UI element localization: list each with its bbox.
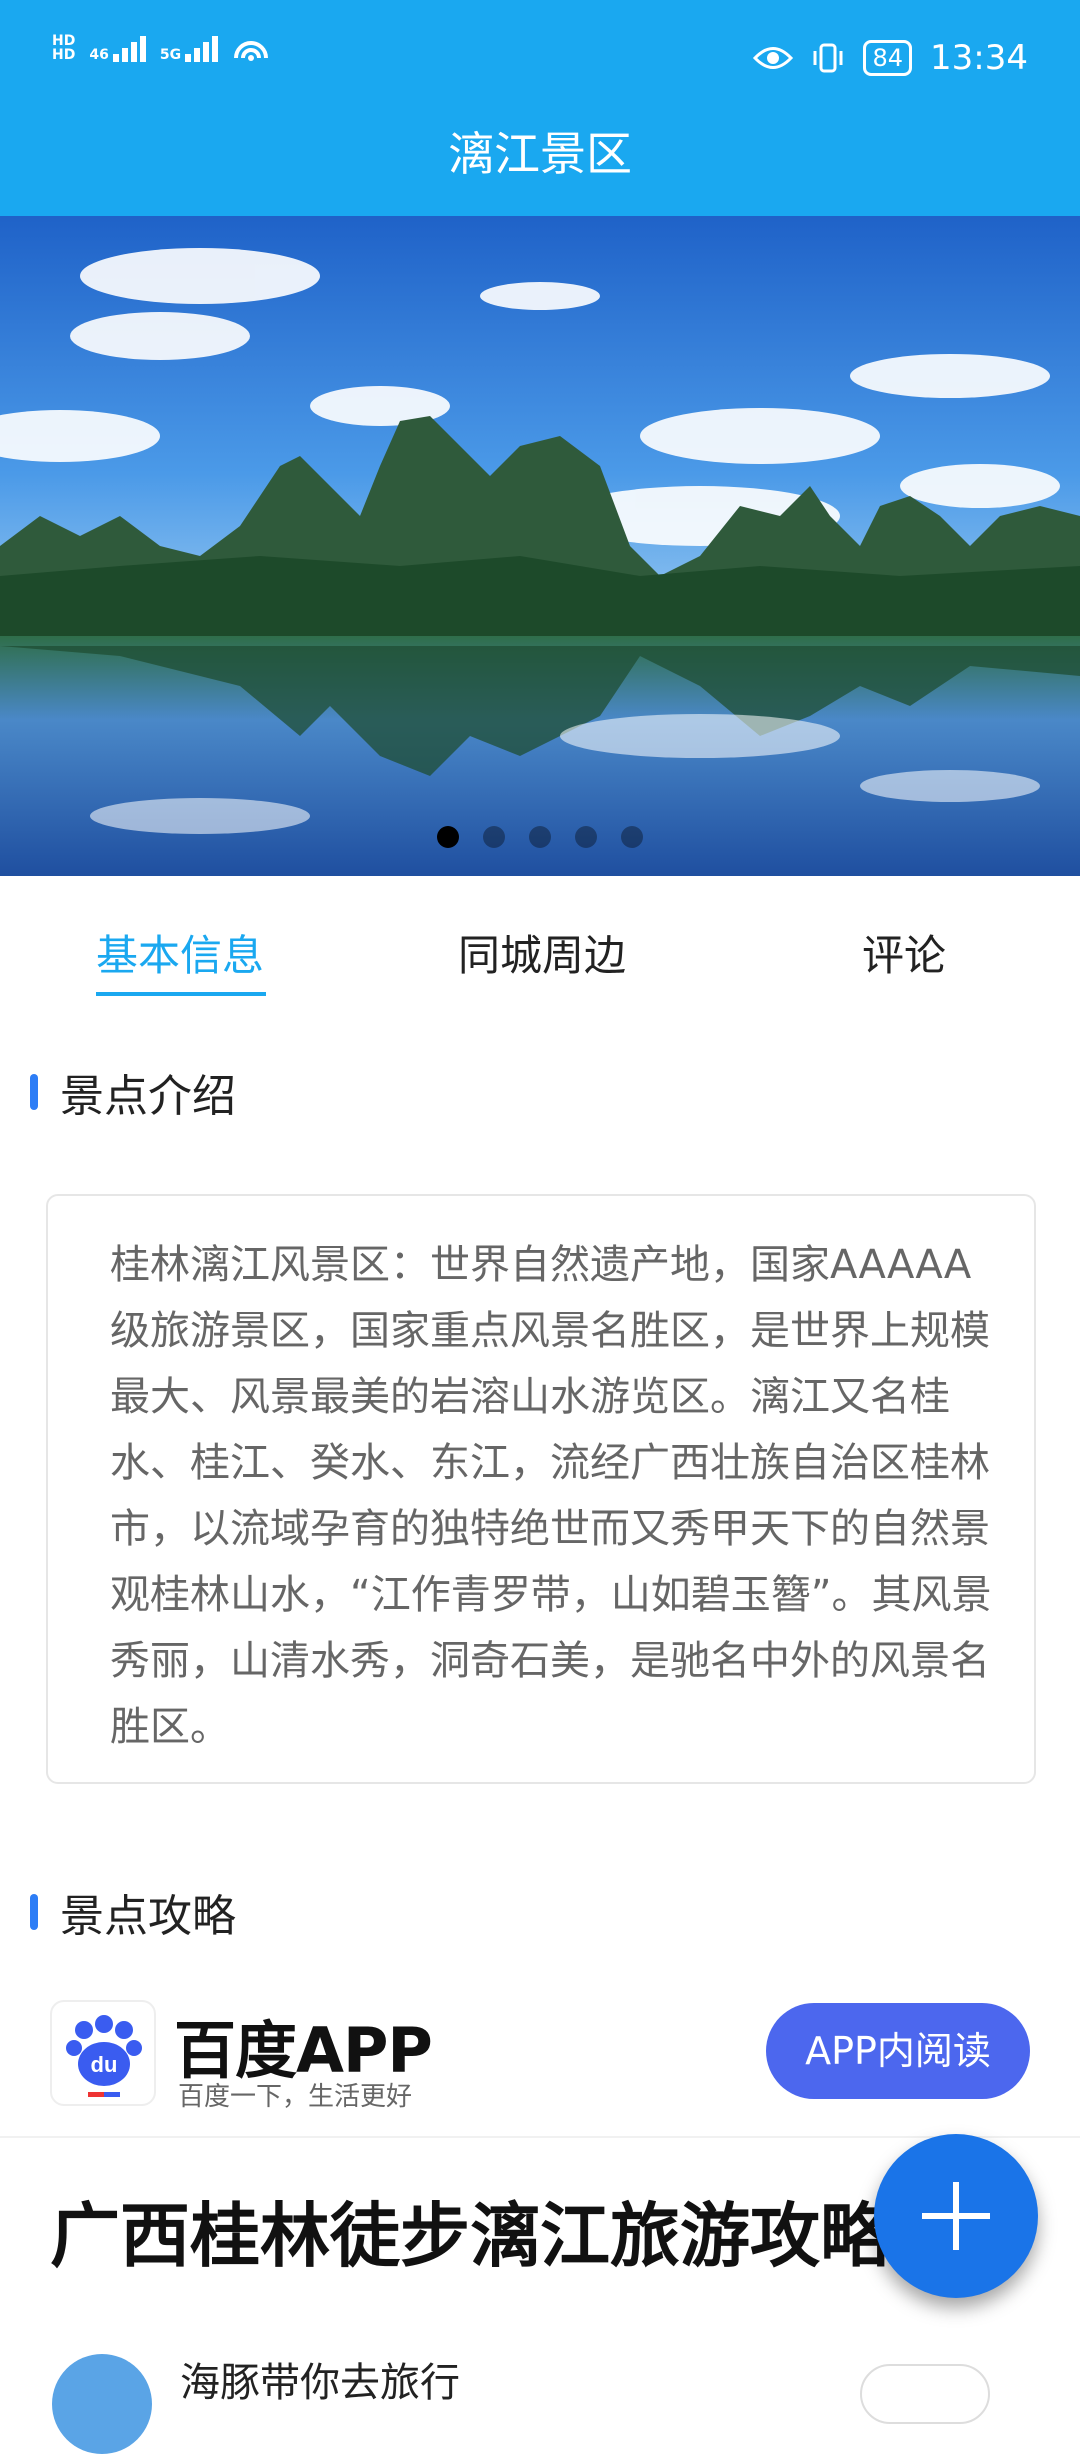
guide-heading: 景点攻略 — [60, 1891, 236, 1942]
status-bar: HD HD 46 5G 84 13:34 — [0, 0, 1080, 120]
section-marker — [30, 1074, 38, 1110]
signal-5g-label: 5G — [159, 47, 182, 63]
signal-4g-label: 46 — [89, 47, 109, 63]
carousel-dot[interactable] — [529, 826, 551, 848]
hd-indicator: HD HD — [52, 34, 75, 62]
intro-card: 桂林漓江风景区：世界自然遗产地，国家AAAAA级旅游景区，国家重点风景名胜区，是… — [46, 1194, 1036, 1784]
baidu-app-banner[interactable]: du 百度APP 百度一下，生活更好 APP内阅读 — [50, 2000, 1050, 2112]
tab-basic-info[interactable]: 基本信息 — [96, 922, 264, 983]
carousel-dot[interactable] — [437, 826, 459, 848]
follow-button[interactable] — [860, 2364, 990, 2424]
ad-slogan: 百度一下，生活更好 — [178, 2082, 413, 2112]
tab-nearby[interactable]: 同城周边 — [458, 922, 626, 983]
vibrate-icon — [813, 43, 843, 73]
intro-heading: 景点介绍 — [60, 1071, 236, 1122]
read-in-app-button[interactable]: APP内阅读 — [766, 2003, 1030, 2099]
carousel-dot[interactable] — [575, 826, 597, 848]
clock: 13:34 — [930, 38, 1028, 78]
battery-indicator: 84 — [863, 40, 913, 76]
banner-carousel[interactable] — [0, 216, 1080, 876]
status-left: HD HD 46 5G — [52, 32, 270, 62]
hd-label-2: HD — [52, 47, 76, 63]
app-bar: HD HD 46 5G 84 13:34 漓江景区 — [0, 0, 1080, 216]
add-fab-button[interactable] — [874, 2134, 1038, 2298]
author-name[interactable]: 海豚带你去旅行 — [180, 2350, 460, 2408]
status-right: 84 13:34 — [753, 38, 1028, 78]
tab-bar: 基本信息 同城周边 评论 — [0, 876, 1080, 1006]
intro-text: 桂林漓江风景区：世界自然遗产地，国家AAAAA级旅游景区，国家重点风景名胜区，是… — [110, 1242, 992, 1750]
hotspot-icon — [234, 41, 269, 61]
divider — [0, 2136, 1080, 2138]
svg-text:du: du — [91, 2052, 118, 2077]
hd-label-1: HD — [52, 33, 76, 49]
author-avatar[interactable] — [52, 2354, 152, 2454]
page-title: 漓江景区 — [448, 127, 632, 181]
signal-bars-icon — [112, 36, 146, 62]
guide-section-header: 景点攻略 — [30, 1880, 236, 1944]
guilin-landscape-image — [0, 216, 1080, 876]
baidu-paw-icon: du — [50, 2000, 156, 2106]
carousel-indicators — [0, 826, 1080, 848]
tab-comments[interactable]: 评论 — [862, 922, 946, 983]
carousel-dot[interactable] — [621, 826, 643, 848]
signal-4g: 46 — [89, 36, 146, 63]
eye-icon — [753, 47, 794, 69]
signal-bars-icon — [185, 36, 219, 62]
signal-5g: 5G — [159, 36, 219, 63]
carousel-dot[interactable] — [483, 826, 505, 848]
section-marker — [30, 1894, 38, 1930]
intro-section-header: 景点介绍 — [30, 1060, 236, 1124]
tab-active-indicator — [96, 992, 266, 996]
